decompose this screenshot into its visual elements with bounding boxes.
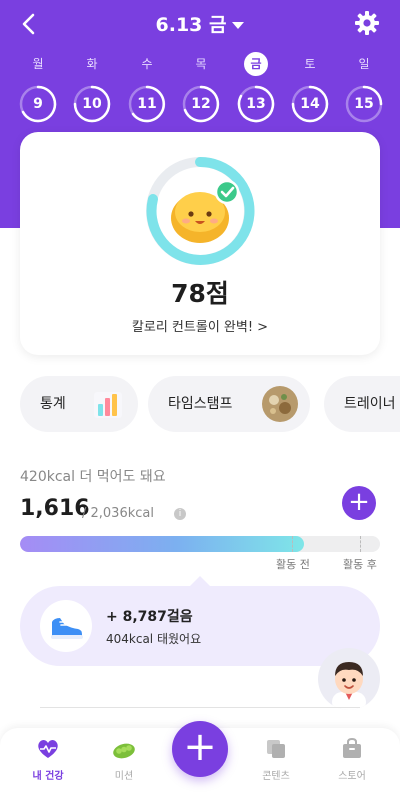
tab-health[interactable]: 내 건강 — [18, 736, 78, 786]
chip-timestamp[interactable]: 타임스탬프 — [148, 376, 310, 432]
day-of-week: 목 — [195, 57, 207, 71]
step-card-pointer — [190, 576, 210, 586]
day-of-week: 일 — [358, 57, 370, 71]
day-of-week: 수 — [141, 57, 153, 71]
steps-card[interactable]: + 8,787걸음 404kcal 태웠어요 — [20, 586, 380, 666]
step-count: + 8,787걸음 — [106, 609, 193, 625]
day-number: 14 — [300, 96, 320, 112]
day-thu[interactable]: 목 12 — [181, 52, 221, 124]
date-label: 6.13 금 — [155, 14, 227, 36]
bag-icon — [343, 737, 361, 758]
day-number: 15 — [354, 96, 374, 112]
chip-label: 통계 — [40, 396, 66, 412]
score-message-link[interactable]: 칼로리 컨트롤이 완벽! > — [20, 316, 380, 335]
day-of-week: 월 — [32, 57, 44, 71]
day-of-week: 금 — [244, 52, 268, 76]
trainer-avatar[interactable] — [318, 648, 380, 710]
day-number: 10 — [82, 96, 102, 112]
marker-before-activity — [292, 536, 293, 552]
food-photo-icon — [262, 386, 298, 422]
chip-stats[interactable]: 통계 — [20, 376, 138, 432]
tab-store[interactable]: 스토어 — [322, 736, 382, 786]
score-value: 78점 — [171, 279, 229, 308]
calorie-progress-bar — [20, 536, 380, 552]
tab-mission[interactable]: 미션 — [94, 736, 154, 786]
pea-pod-icon — [113, 743, 135, 759]
shoe-icon — [40, 600, 92, 652]
day-number: 11 — [137, 96, 157, 112]
copy-icon — [267, 740, 285, 758]
chip-label: 타임스탬프 — [168, 396, 233, 412]
caret-down-icon — [232, 22, 245, 29]
marker-after-activity — [360, 536, 361, 552]
day-sun[interactable]: 일 15 — [344, 52, 384, 124]
day-number: 12 — [191, 96, 211, 112]
marker-after-label: 활동 후 — [343, 558, 377, 571]
calories-burned: 404kcal 태웠어요 — [106, 632, 202, 646]
remaining-calories-text: 420kcal 더 먹어도 돼요 — [20, 469, 166, 485]
add-record-button[interactable]: + — [172, 721, 228, 777]
day-wed[interactable]: 수 11 — [127, 52, 167, 124]
divider — [40, 707, 360, 708]
shortcut-chips: 통계 타임스탬프 트레이너 — [20, 376, 400, 432]
add-meal-button[interactable]: + — [342, 486, 376, 520]
calorie-progress-fill — [20, 536, 305, 552]
tab-label: 미션 — [114, 771, 134, 782]
current-calories: 1,616 — [20, 496, 90, 521]
score-ring — [146, 156, 255, 265]
day-tue[interactable]: 화 10 — [72, 52, 112, 124]
info-icon[interactable]: i — [174, 508, 186, 520]
check-badge-icon — [214, 179, 240, 205]
week-strip: 월 9 화 10 수 11 목 12 금 13 토 14 일 15 — [18, 52, 384, 124]
chart-icon — [94, 392, 122, 418]
day-number: 13 — [246, 96, 266, 112]
marker-before-label: 활동 전 — [276, 558, 310, 571]
goal-calories: / 2,036kcal — [82, 506, 154, 521]
heart-pulse-icon — [38, 740, 58, 758]
tab-contents[interactable]: 콘텐츠 — [246, 736, 306, 786]
gear-icon[interactable] — [354, 10, 380, 36]
date-selector[interactable]: 6.13 금 — [0, 10, 400, 37]
tab-label: 스토어 — [338, 771, 366, 782]
day-fri[interactable]: 금 13 — [236, 52, 276, 124]
tab-label: 내 건강 — [32, 771, 64, 782]
tab-label: 콘텐츠 — [262, 771, 290, 782]
score-card[interactable]: 78점 칼로리 컨트롤이 완벽! > — [20, 132, 380, 355]
day-mon[interactable]: 월 9 — [18, 52, 58, 124]
day-of-week: 토 — [304, 57, 316, 71]
chip-trainer[interactable]: 트레이너 — [324, 376, 400, 432]
day-number: 9 — [33, 96, 43, 112]
day-sat[interactable]: 토 14 — [290, 52, 330, 124]
chip-label: 트레이너 — [344, 396, 396, 412]
day-of-week: 화 — [86, 57, 98, 71]
